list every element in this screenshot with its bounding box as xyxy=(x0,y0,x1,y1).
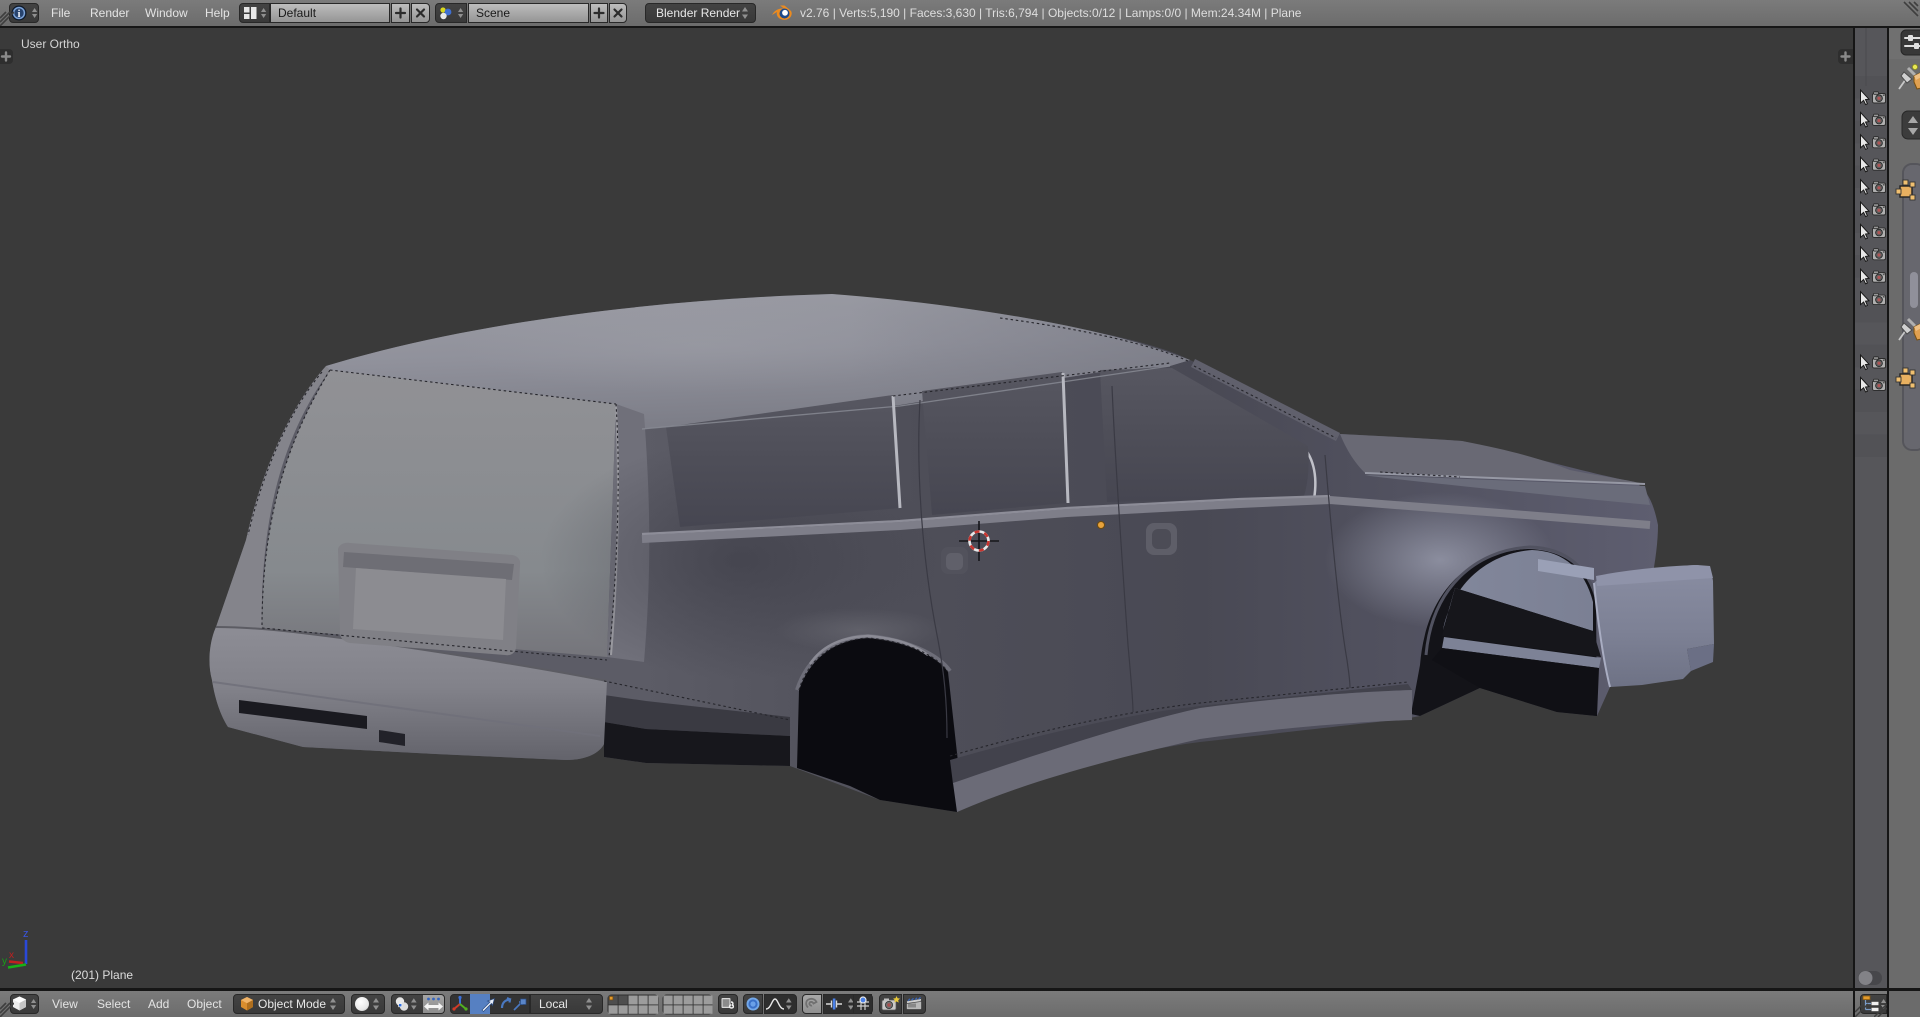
svg-text:z: z xyxy=(23,928,29,940)
svg-text:i: i xyxy=(17,8,20,20)
svg-text:y: y xyxy=(2,956,7,967)
svg-text:x: x xyxy=(9,950,14,961)
